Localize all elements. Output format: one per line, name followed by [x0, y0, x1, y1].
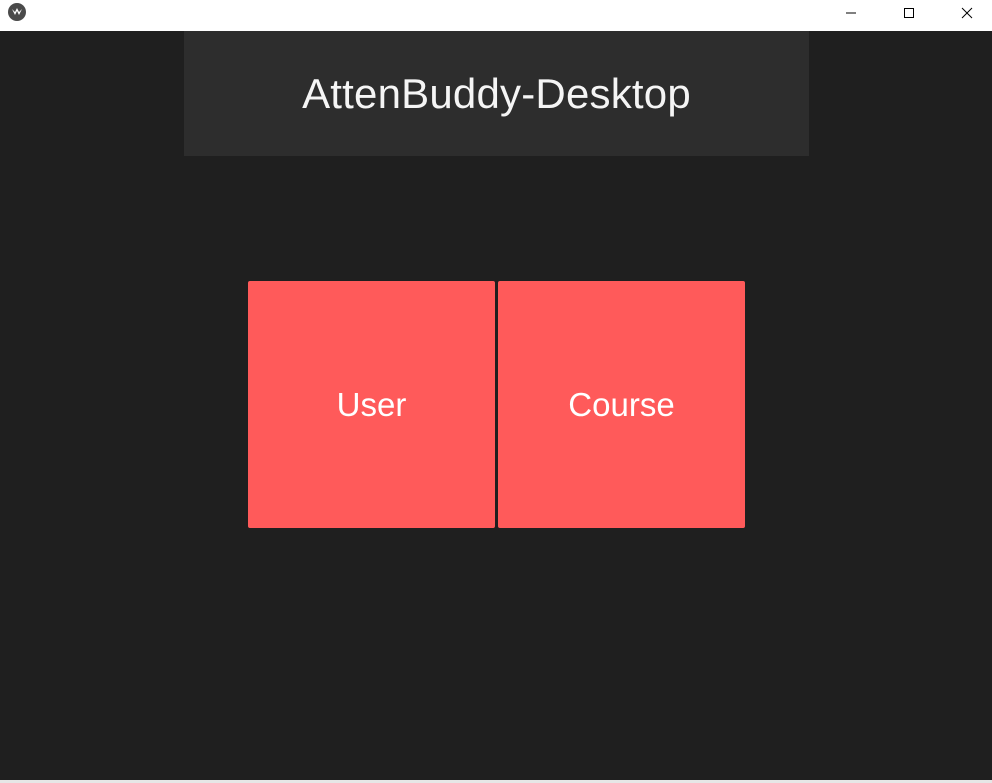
maximize-button[interactable]	[880, 0, 938, 25]
kivy-app-icon	[8, 3, 26, 21]
course-button[interactable]: Course	[498, 281, 745, 528]
app-window: AttenBuddy-Desktop User Course	[0, 0, 992, 783]
user-button[interactable]: User	[248, 281, 495, 528]
course-button-label: Course	[568, 385, 675, 423]
user-button-label: User	[336, 385, 407, 423]
title-bar[interactable]	[0, 0, 992, 31]
minimize-icon	[846, 12, 856, 13]
header-banner: AttenBuddy-Desktop	[184, 31, 809, 156]
page-title: AttenBuddy-Desktop	[302, 69, 691, 117]
maximize-icon	[904, 7, 914, 18]
main-content: AttenBuddy-Desktop User Course	[0, 31, 992, 780]
close-button[interactable]	[938, 0, 992, 25]
minimize-button[interactable]	[822, 0, 880, 25]
close-icon	[961, 7, 973, 18]
